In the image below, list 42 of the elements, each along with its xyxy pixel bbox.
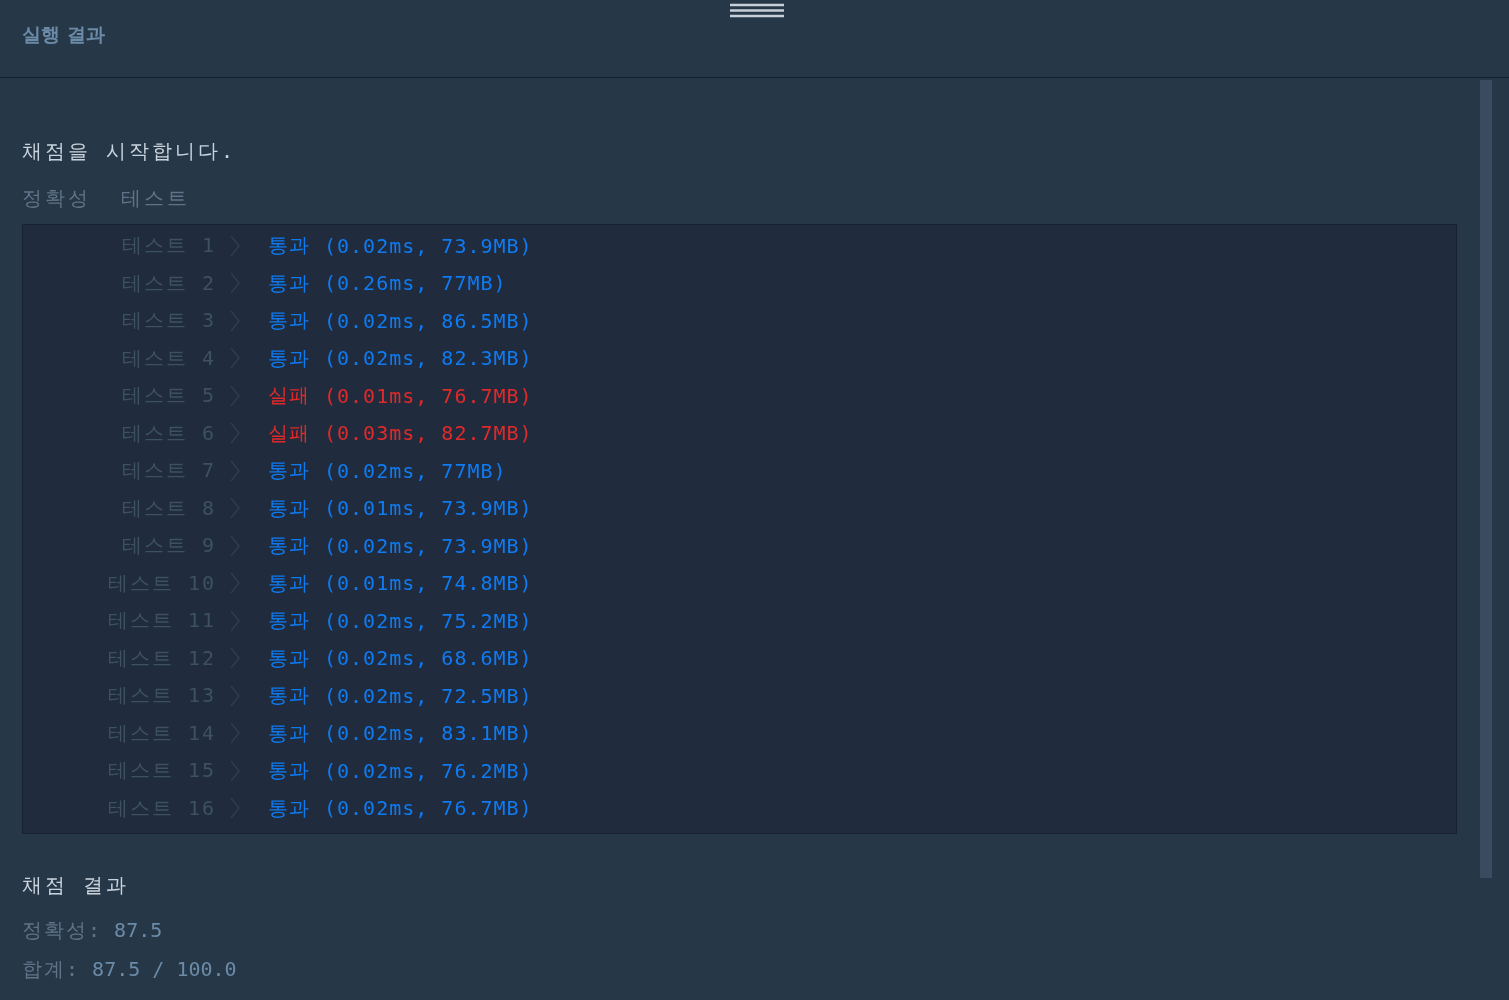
test-detail: (0.02ms, 83.1MB): [324, 721, 533, 746]
test-detail: (0.02ms, 68.6MB): [324, 646, 533, 671]
total-label: 합계:: [22, 957, 81, 981]
test-status: 통과: [268, 457, 310, 485]
test-status: 실패: [268, 382, 310, 410]
test-detail: (0.02ms, 72.5MB): [324, 683, 533, 708]
test-detail: (0.03ms, 82.7MB): [324, 421, 533, 446]
test-status: 통과: [268, 232, 310, 260]
test-detail: (0.26ms, 77MB): [324, 271, 507, 296]
test-status: 통과: [268, 344, 310, 372]
test-status: 통과: [268, 719, 310, 747]
test-status: 통과: [268, 682, 310, 710]
test-detail: (0.02ms, 77MB): [324, 458, 507, 483]
test-status: 통과: [268, 307, 310, 335]
total-value: 87.5 / 100.0: [92, 957, 237, 981]
test-status: 통과: [268, 569, 310, 597]
test-detail: (0.02ms, 76.2MB): [324, 758, 533, 783]
section-label: 정확성 테스트: [22, 185, 192, 212]
test-detail: (0.02ms, 86.5MB): [324, 308, 533, 333]
accuracy-value: 87.5: [114, 918, 163, 942]
test-detail: (0.02ms, 73.9MB): [324, 233, 533, 258]
scrollbar[interactable]: [1480, 80, 1492, 878]
test-status: 통과: [268, 607, 310, 635]
test-detail: (0.02ms, 75.2MB): [324, 608, 533, 633]
start-message: 채점을 시작합니다.: [22, 138, 238, 165]
test-detail: (0.02ms, 73.9MB): [324, 533, 533, 558]
test-detail: (0.02ms, 82.3MB): [324, 346, 533, 371]
test-status: 통과: [268, 644, 310, 672]
panel-title: 실행 결과: [22, 21, 105, 47]
drag-handle-icon[interactable]: [730, 3, 784, 18]
test-detail: (0.01ms, 76.7MB): [324, 383, 533, 408]
test-status: 통과: [268, 269, 310, 297]
test-detail: (0.02ms, 76.7MB): [324, 796, 533, 821]
test-status: 통과: [268, 794, 310, 822]
test-status: 통과: [268, 757, 310, 785]
result-heading: 채점 결과: [22, 872, 131, 899]
test-status: 통과: [268, 494, 310, 522]
accuracy-label: 정확성:: [22, 918, 103, 942]
test-status: 실패: [268, 419, 310, 447]
test-detail: (0.01ms, 73.9MB): [324, 496, 533, 521]
test-detail: (0.01ms, 74.8MB): [324, 571, 533, 596]
test-status: 통과: [268, 532, 310, 560]
